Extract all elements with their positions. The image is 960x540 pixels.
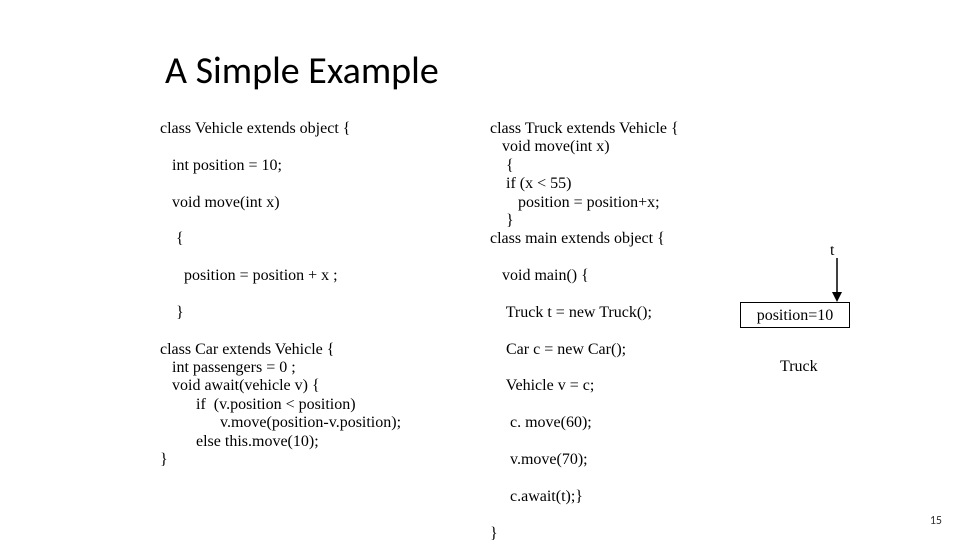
right-code-block: class Truck extends Vehicle { void move(… <box>490 120 679 540</box>
arrow-down-icon <box>830 258 844 302</box>
position-box: position=10 <box>740 302 850 328</box>
truck-type-label: Truck <box>780 358 818 376</box>
left-code-block: class Vehicle extends object { int posit… <box>160 120 401 469</box>
page-number: 15 <box>930 514 942 528</box>
slide-title: A Simple Example <box>165 48 439 94</box>
